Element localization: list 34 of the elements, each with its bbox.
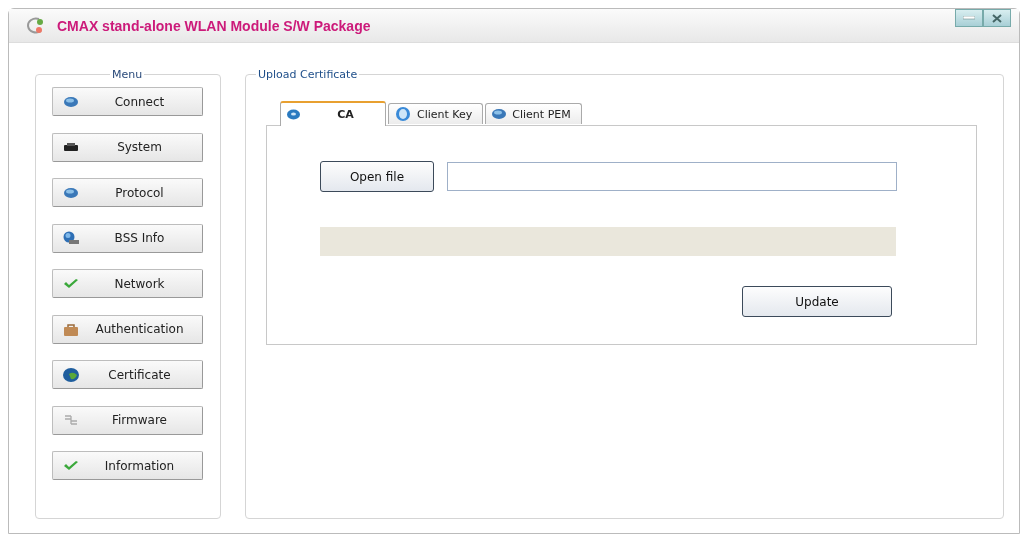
group-title: Upload Certificate <box>257 68 359 81</box>
globe-icon <box>64 96 78 107</box>
menu-button[interactable]: Protocol <box>52 178 203 207</box>
check-icon <box>63 459 79 472</box>
printer-icon <box>64 143 78 151</box>
globe-icon <box>63 367 79 382</box>
briefcase-icon <box>64 322 78 336</box>
open-file-button[interactable]: Open file <box>320 161 434 192</box>
menu-button[interactable]: BSS Info <box>52 223 203 253</box>
group-title: Menu <box>111 68 144 81</box>
globe-icon <box>395 107 411 121</box>
update-button[interactable]: Update <box>742 286 892 317</box>
globe-icon <box>64 187 78 198</box>
tab[interactable]: Client PEM <box>485 103 582 124</box>
globe-icon <box>492 109 507 119</box>
connector-icon <box>64 413 78 427</box>
tab[interactable]: Client Key <box>388 103 484 124</box>
close-icon <box>992 13 1002 23</box>
disc-icon <box>287 109 300 120</box>
close-button[interactable] <box>983 9 1011 27</box>
minimize-button[interactable] <box>955 9 983 27</box>
window-title: CMAX stand-alone WLAN Module S/W Package <box>57 17 372 34</box>
minimize-icon <box>963 16 975 20</box>
menu-button[interactable]: Connect <box>52 87 203 116</box>
menu-button[interactable]: Information <box>52 451 203 480</box>
menu-button[interactable]: Network <box>52 269 203 298</box>
menu-button[interactable]: System <box>52 132 203 162</box>
menu-button[interactable]: Authentication <box>52 314 203 344</box>
tab[interactable]: CA <box>280 101 386 126</box>
menu-button[interactable]: Certificate <box>52 360 203 389</box>
check-icon <box>63 277 79 290</box>
menu-button[interactable]: Firmware <box>52 405 203 435</box>
file-path-field[interactable] <box>447 162 897 191</box>
network-icon <box>63 231 79 245</box>
